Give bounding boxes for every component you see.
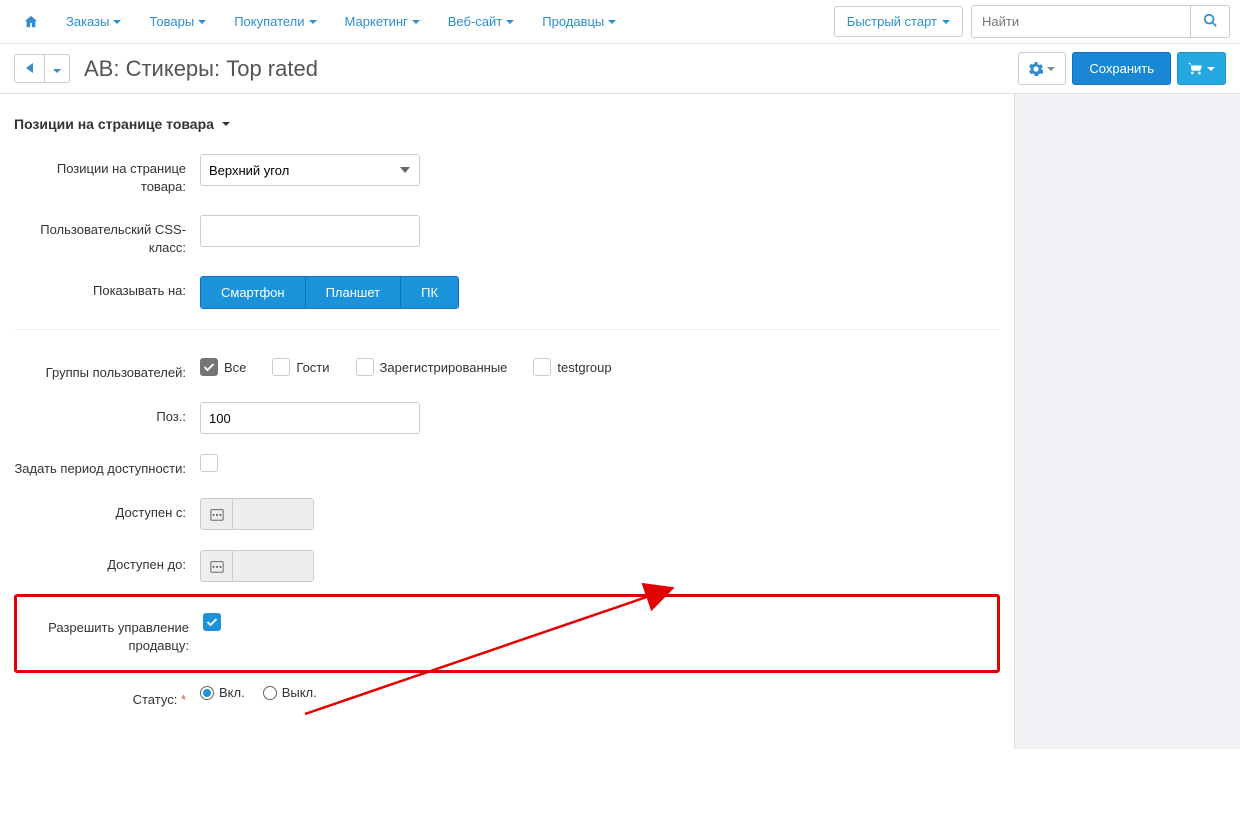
display-pc-toggle[interactable]: ПК <box>401 277 458 308</box>
usergroup-testgroup-checkbox[interactable] <box>533 358 551 376</box>
nav-marketing[interactable]: Маркетинг <box>331 2 434 41</box>
caret-down-icon <box>53 69 61 73</box>
caret-down-icon <box>222 122 230 126</box>
caret-down-icon <box>506 20 514 24</box>
caret-down-icon <box>113 20 121 24</box>
back-button[interactable] <box>14 54 45 83</box>
search-input[interactable] <box>971 5 1191 38</box>
nav-customers[interactable]: Покупатели <box>220 2 330 41</box>
section-header-label: Позиции на странице товара <box>14 116 214 132</box>
display-on-toggle-group: Смартфон Планшет ПК <box>200 276 459 309</box>
status-on-radio-label[interactable]: Вкл. <box>200 685 245 700</box>
css-class-input[interactable] <box>200 215 420 247</box>
title-bar: AB: Стикеры: Top rated Сохранить <box>0 44 1240 94</box>
usergroup-registered-label: Зарегистрированные <box>380 360 508 375</box>
caret-down-icon <box>942 20 950 24</box>
allow-vendor-manage-checkbox[interactable] <box>203 613 221 631</box>
divider <box>14 329 1000 330</box>
arrow-left-icon <box>26 63 33 73</box>
available-from-input[interactable] <box>233 499 313 529</box>
top-navigation: Заказы Товары Покупатели Маркетинг Веб-с… <box>0 0 1240 44</box>
availability-period-checkbox[interactable] <box>200 454 218 472</box>
caret-down-icon <box>198 20 206 24</box>
back-dropdown-button[interactable] <box>45 54 70 83</box>
available-to-input[interactable] <box>233 551 313 581</box>
status-off-radio-label[interactable]: Выкл. <box>263 685 317 700</box>
nav-products[interactable]: Товары <box>135 2 220 41</box>
usergroup-all-label: Все <box>224 360 246 375</box>
available-to-date[interactable] <box>200 550 314 582</box>
save-button[interactable]: Сохранить <box>1072 52 1171 85</box>
display-smartphone-toggle[interactable]: Смартфон <box>201 277 306 308</box>
caret-down-icon <box>309 20 317 24</box>
label-product-page-positions: Позиции на странице товара: <box>14 154 200 195</box>
cart-button[interactable] <box>1177 52 1226 85</box>
label-display-on: Показывать на: <box>14 276 200 300</box>
nav-orders[interactable]: Заказы <box>52 2 135 41</box>
right-sidebar <box>1015 94 1240 749</box>
search-button[interactable] <box>1191 5 1230 38</box>
label-css-class: Пользовательский CSS-класс: <box>14 215 200 256</box>
label-status: Статус: <box>14 685 200 709</box>
usergroup-all-checkbox[interactable] <box>200 358 218 376</box>
calendar-icon <box>201 499 233 529</box>
label-position: Поз.: <box>14 402 200 426</box>
status-on-radio[interactable] <box>200 686 214 700</box>
label-user-groups: Группы пользователей: <box>14 358 200 382</box>
nav-website[interactable]: Веб-сайт <box>434 2 528 41</box>
settings-button[interactable] <box>1018 52 1066 85</box>
caret-down-icon <box>608 20 616 24</box>
label-allow-vendor-manage: Разрешить управление продавцу: <box>17 613 203 654</box>
usergroup-registered-checkbox[interactable] <box>356 358 374 376</box>
annotation-highlight-box: Разрешить управление продавцу: <box>14 594 1000 673</box>
available-from-date[interactable] <box>200 498 314 530</box>
usergroup-testgroup-label: testgroup <box>557 360 611 375</box>
usergroup-guests-checkbox[interactable] <box>272 358 290 376</box>
status-off-radio[interactable] <box>263 686 277 700</box>
quick-start-button[interactable]: Быстрый старт <box>834 6 963 37</box>
product-page-positions-select[interactable]: Верхний угол <box>200 154 420 186</box>
label-set-availability-period: Задать период доступности: <box>14 454 200 478</box>
main-nav: Заказы Товары Покупатели Маркетинг Веб-с… <box>10 2 630 41</box>
usergroup-guests-label: Гости <box>296 360 329 375</box>
cart-icon <box>1188 62 1202 76</box>
home-link[interactable] <box>10 3 52 41</box>
position-input[interactable] <box>200 402 420 434</box>
caret-down-icon <box>1207 67 1215 71</box>
search-icon <box>1203 13 1217 27</box>
label-available-to: Доступен до: <box>14 550 200 574</box>
section-header[interactable]: Позиции на странице товара <box>14 108 1000 144</box>
gear-icon <box>1029 62 1043 76</box>
nav-vendors[interactable]: Продавцы <box>528 2 630 41</box>
display-tablet-toggle[interactable]: Планшет <box>306 277 402 308</box>
page-title: AB: Стикеры: Top rated <box>84 56 318 82</box>
caret-down-icon <box>412 20 420 24</box>
label-available-from: Доступен с: <box>14 498 200 522</box>
caret-down-icon <box>1047 67 1055 71</box>
calendar-icon <box>201 551 233 581</box>
home-icon <box>24 15 38 29</box>
